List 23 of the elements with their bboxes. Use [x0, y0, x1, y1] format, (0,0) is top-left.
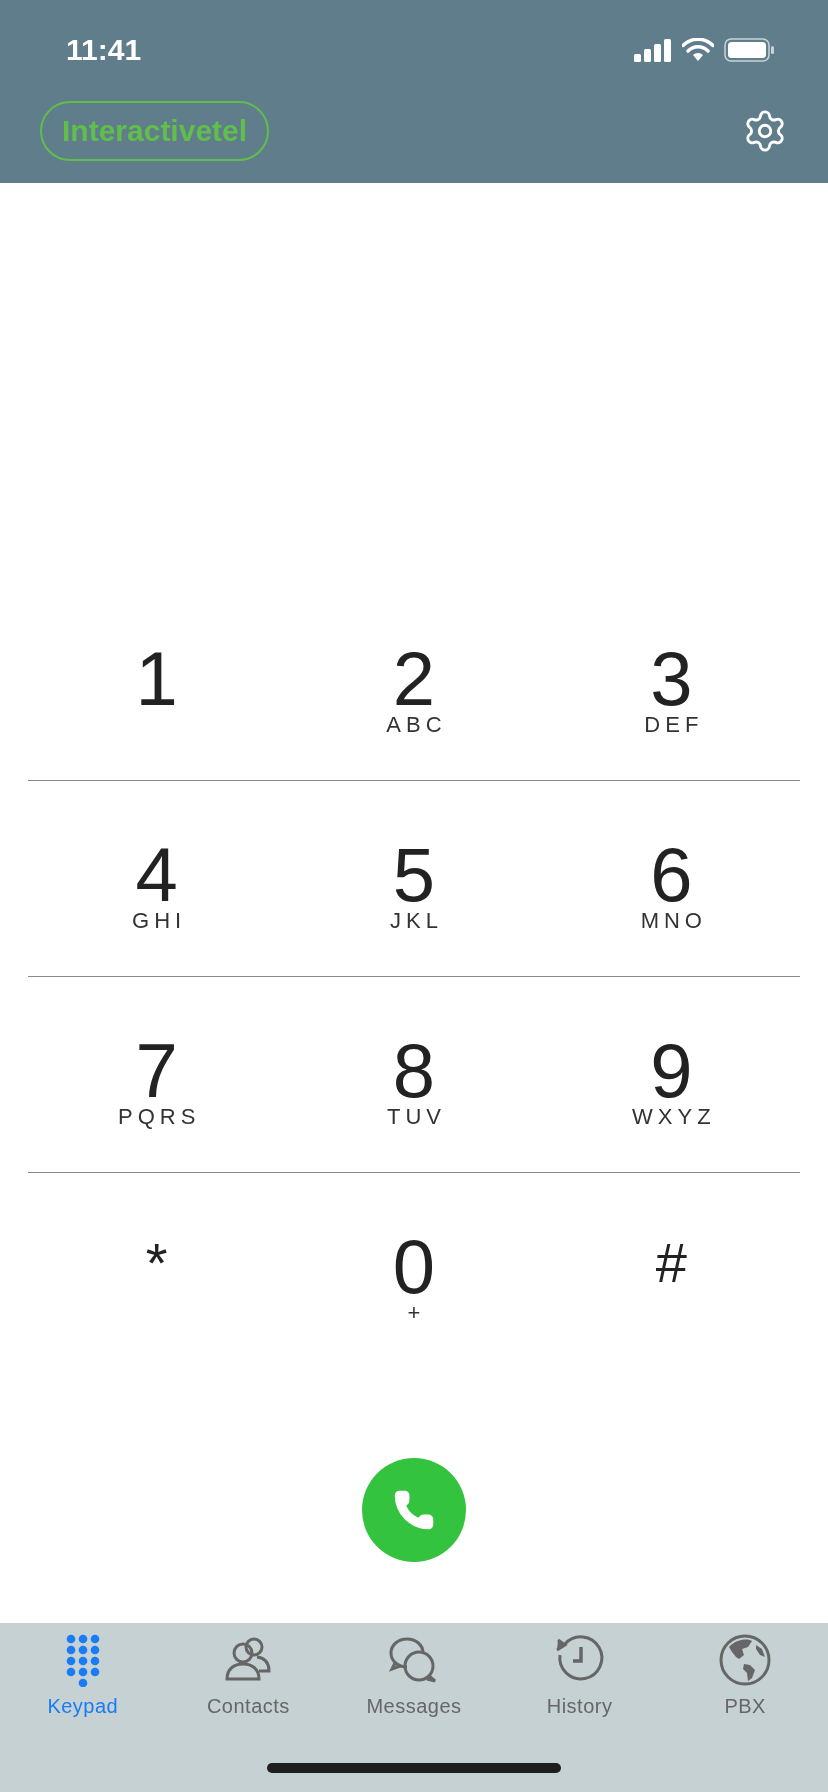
- dial-key[interactable]: #: [542, 1173, 800, 1369]
- tab[interactable]: PBX: [662, 1633, 828, 1718]
- status-time: 11:41: [66, 33, 142, 67]
- dial-key[interactable]: 8 TUV: [285, 977, 543, 1173]
- dial-key[interactable]: 0 +: [285, 1173, 543, 1369]
- dial-key[interactable]: 1: [28, 585, 286, 781]
- dial-key[interactable]: 3 DEF: [542, 585, 800, 781]
- dial-key[interactable]: *: [28, 1173, 286, 1369]
- battery-icon: [724, 38, 774, 62]
- dial-key[interactable]: 6 MNO: [542, 781, 800, 977]
- tab[interactable]: History: [496, 1633, 663, 1718]
- dial-key[interactable]: 2 ABC: [285, 585, 543, 781]
- phone-icon: [392, 1488, 436, 1532]
- tab[interactable]: Messages: [331, 1633, 497, 1718]
- globe-icon: [718, 1633, 773, 1687]
- brand-logo: Interactivetel: [40, 101, 270, 161]
- dial-key[interactable]: 5 JKL: [285, 781, 543, 977]
- tab[interactable]: Contacts: [165, 1633, 332, 1718]
- wifi-icon: [682, 38, 714, 62]
- dial-key[interactable]: 9 WXYZ: [542, 977, 800, 1173]
- dial-key[interactable]: 7 PQRS: [28, 977, 286, 1173]
- signal-icon: [634, 38, 672, 62]
- dial-key[interactable]: 4 GHI: [28, 781, 286, 977]
